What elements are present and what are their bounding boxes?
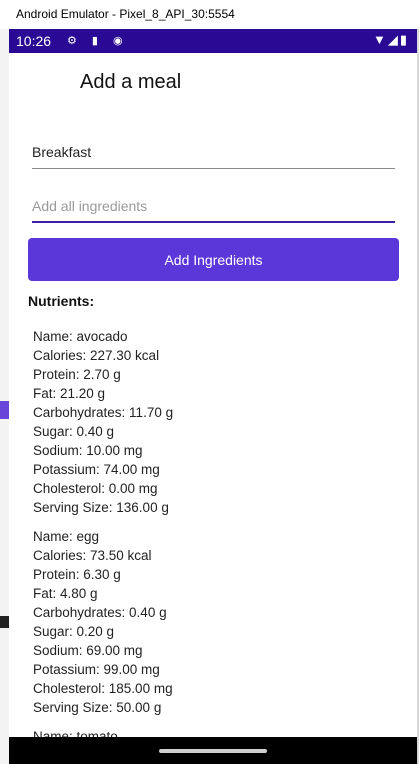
sugar-value: Sugar: 0.40 g	[33, 424, 115, 439]
notification-icons: ⚙ ▮ ◉	[67, 35, 129, 47]
protein-value: Protein: 6.30 g	[33, 567, 121, 582]
cholesterol-value: Cholesterol: 185.00 mg	[33, 681, 173, 696]
host-window-background	[0, 29, 9, 764]
sodium-value: Sodium: 10.00 mg	[33, 443, 143, 458]
nutrients-heading: Nutrients:	[28, 293, 95, 309]
potassium-value: Potassium: 99.00 mg	[33, 662, 160, 677]
meal-name-input[interactable]	[32, 144, 395, 160]
ingredient-name: Name: egg	[33, 529, 100, 544]
nutrient-entry-avocado: Name: avocado Calories: 227.30 kcal Prot…	[33, 327, 403, 517]
serving-size-value: Serving Size: 50.00 g	[33, 700, 162, 715]
sodium-value: Sodium: 69.00 mg	[33, 643, 143, 658]
calories-value: Calories: 73.50 kcal	[33, 548, 152, 563]
meal-name-field[interactable]	[32, 135, 395, 169]
home-gesture-handle[interactable]	[159, 749, 267, 753]
carbohydrates-value: Carbohydrates: 0.40 g	[33, 605, 167, 620]
navigation-bar	[9, 737, 417, 764]
host-dark-fragment	[0, 616, 9, 628]
ingredient-name: Name: avocado	[33, 329, 128, 344]
page-title: Add a meal	[80, 71, 182, 93]
sugar-value: Sugar: 0.20 g	[33, 624, 115, 639]
protein-value: Protein: 2.70 g	[33, 367, 121, 382]
nutrients-list[interactable]: Name: avocado Calories: 227.30 kcal Prot…	[33, 327, 403, 756]
android-device-screen: 10:26 ⚙ ▮ ◉ ▼◢▮ Add a meal Add Ingredien…	[9, 29, 417, 764]
emulator-window-title: Android Emulator - Pixel_8_API_30:5554	[0, 0, 419, 29]
fat-value: Fat: 4.80 g	[33, 586, 98, 601]
fat-value: Fat: 21.20 g	[33, 386, 106, 401]
status-time: 10:26	[16, 33, 52, 49]
ingredients-field[interactable]	[32, 189, 395, 223]
add-ingredients-button[interactable]: Add Ingredients	[28, 238, 399, 281]
serving-size-value: Serving Size: 136.00 g	[33, 500, 169, 515]
carbohydrates-value: Carbohydrates: 11.70 g	[33, 405, 174, 420]
potassium-value: Potassium: 74.00 mg	[33, 462, 160, 477]
status-bar: 10:26 ⚙ ▮ ◉ ▼◢▮	[9, 29, 417, 53]
ingredients-input[interactable]	[32, 198, 395, 214]
cholesterol-value: Cholesterol: 0.00 mg	[33, 481, 158, 496]
signal-battery-icons: ▼◢▮	[372, 32, 409, 47]
host-purple-fragment	[0, 401, 9, 419]
nutrient-entry-egg: Name: egg Calories: 73.50 kcal Protein: …	[33, 527, 403, 717]
calories-value: Calories: 227.30 kcal	[33, 348, 160, 363]
